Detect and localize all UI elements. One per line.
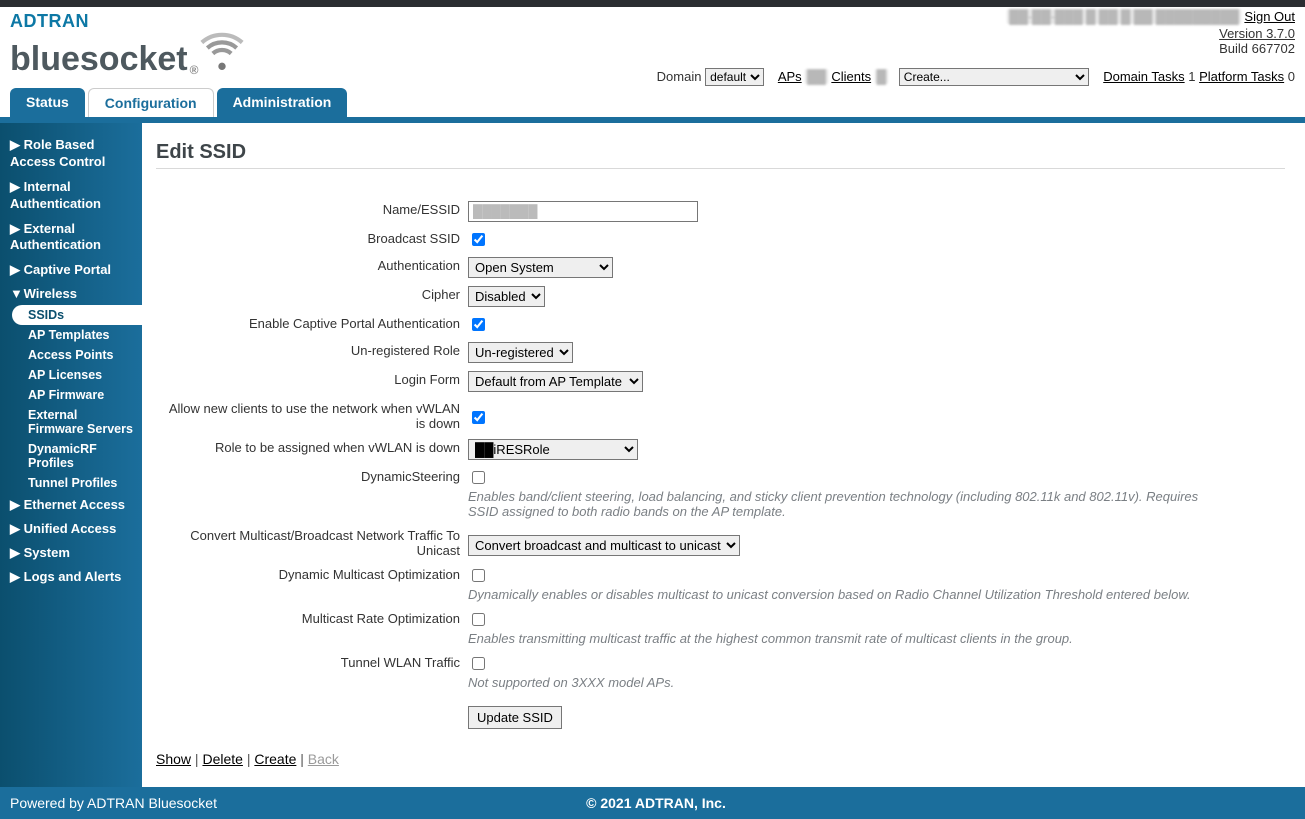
label-convert-mcast: Convert Multicast/Broadcast Network Traf… [156,525,468,558]
sidebar-sub-ssids[interactable]: SSIDs [12,305,142,325]
sidebar-item-external-auth[interactable]: ▶ External Authentication [0,217,142,259]
sidebar: ▶ Role Based Access Control ▶ Internal A… [0,123,142,787]
domain-tasks-link[interactable]: Domain Tasks [1103,69,1184,84]
tab-configuration[interactable]: Configuration [88,88,214,117]
record-actions: Show | Delete | Create | Back [156,751,1285,767]
select-convert-mcast[interactable]: Convert broadcast and multicast to unica… [468,535,740,556]
checkbox-dynamic-steering[interactable] [472,471,485,484]
checkbox-mro[interactable] [472,613,485,626]
checkbox-dmo[interactable] [472,569,485,582]
label-tunnel-wlan: Tunnel WLAN Traffic [156,652,468,670]
header: ADTRAN bluesocket® ██-██-███ █ ██ █ ██ █… [0,7,1305,86]
hint-mro: Enables transmitting multicast traffic a… [468,631,1228,646]
checkbox-enable-captive-portal[interactable] [472,318,485,331]
footer: Powered by ADTRAN Bluesocket © 2021 ADTR… [0,787,1305,819]
checkbox-broadcast-ssid[interactable] [472,233,485,246]
platform-tasks-link[interactable]: Platform Tasks [1199,69,1284,84]
select-cipher[interactable]: Disabled [468,286,545,307]
show-link[interactable]: Show [156,751,191,767]
label-dmo: Dynamic Multicast Optimization [156,564,468,582]
sidebar-sub-tunnel-profiles[interactable]: Tunnel Profiles [0,473,142,493]
update-ssid-button[interactable]: Update SSID [468,706,562,729]
sidebar-sub-ap-licenses[interactable]: AP Licenses [0,365,142,385]
create-select[interactable]: Create... [899,68,1089,86]
page-title: Edit SSID [156,141,1285,169]
sidebar-sub-ext-fw-servers[interactable]: External Firmware Servers [0,405,142,439]
create-link[interactable]: Create [254,751,296,767]
tab-status[interactable]: Status [10,88,85,117]
registered-mark: ® [190,64,199,76]
sidebar-item-internal-auth[interactable]: ▶ Internal Authentication [0,175,142,217]
label-login-form: Login Form [156,369,468,387]
sidebar-item-rbac[interactable]: ▶ Role Based Access Control [0,133,142,175]
domain-select[interactable]: default [705,68,764,86]
label-authentication: Authentication [156,255,468,273]
top-dark-bar [0,0,1305,7]
aps-count: ██ [805,69,827,84]
footer-left: Powered by ADTRAN Bluesocket [10,795,217,811]
domain-label: Domain [657,69,702,84]
label-role-when-down: Role to be assigned when vWLAN is down [156,437,468,455]
checkbox-tunnel-wlan[interactable] [472,657,485,670]
sidebar-item-logs-alerts[interactable]: ▶ Logs and Alerts [0,565,142,589]
header-right: ██-██-███ █ ██ █ ██ █████████ Sign Out V… [657,9,1295,86]
label-mro: Multicast Rate Optimization [156,608,468,626]
tab-administration[interactable]: Administration [217,88,348,117]
version-link[interactable]: Version 3.7.0 [1219,26,1295,41]
sidebar-item-unified-access[interactable]: ▶ Unified Access [0,517,142,541]
back-link[interactable]: Back [308,751,339,767]
sidebar-sub-dynamicrf[interactable]: DynamicRF Profiles [0,439,142,473]
user-info-blur: ██-██-███ █ ██ █ ██ █████████ [1007,9,1240,24]
sidebar-item-ethernet-access[interactable]: ▶ Ethernet Access [0,493,142,517]
footer-center: © 2021 ADTRAN, Inc. [217,795,1095,811]
hint-dynamic-steering: Enables band/client steering, load balan… [468,489,1228,519]
sidebar-item-wireless[interactable]: ▼ Wireless [0,282,142,305]
label-dynamic-steering: DynamicSteering [156,466,468,484]
hint-dmo: Dynamically enables or disables multicas… [468,587,1228,602]
sidebar-item-system[interactable]: ▶ System [0,541,142,565]
label-allow-new-clients-down: Allow new clients to use the network whe… [156,398,468,431]
checkbox-allow-new-clients-down[interactable] [472,411,485,424]
select-unregistered-role[interactable]: Un-registered [468,342,573,363]
domain-tasks-count: 1 [1188,69,1195,84]
select-role-when-down[interactable]: ██iRESRole [468,439,638,460]
main-content: Edit SSID Name/ESSID Broadcast SSID Auth… [142,123,1305,787]
label-cipher: Cipher [156,284,468,302]
build-text: Build 667702 [657,41,1295,56]
sidebar-item-captive-portal[interactable]: ▶ Captive Portal [0,258,142,282]
platform-tasks-count: 0 [1288,69,1295,84]
sidebar-sub-ap-templates[interactable]: AP Templates [0,325,142,345]
logo-block: ADTRAN bluesocket® [10,9,244,76]
label-enable-captive-portal: Enable Captive Portal Authentication [156,313,468,331]
clients-count: █ [875,69,888,84]
wifi-icon [200,26,244,76]
input-name-essid[interactable] [468,201,698,222]
clients-link[interactable]: Clients [831,69,871,84]
label-broadcast-ssid: Broadcast SSID [156,228,468,246]
label-unregistered-role: Un-registered Role [156,340,468,358]
sidebar-sub-access-points[interactable]: Access Points [0,345,142,365]
aps-link[interactable]: APs [778,69,802,84]
select-authentication[interactable]: Open System [468,257,613,278]
hint-tunnel-wlan: Not supported on 3XXX model APs. [468,675,1228,690]
delete-link[interactable]: Delete [202,751,242,767]
main-tabs: Status Configuration Administration [0,88,1305,117]
sidebar-sub-ap-firmware[interactable]: AP Firmware [0,385,142,405]
domain-bar: Domain default APs ██ Clients █ Create..… [657,68,1295,86]
select-login-form[interactable]: Default from AP Template [468,371,643,392]
label-name-essid: Name/ESSID [156,199,468,217]
sign-out-link[interactable]: Sign Out [1244,9,1295,24]
brand-bluesocket: bluesocket® [10,26,244,76]
